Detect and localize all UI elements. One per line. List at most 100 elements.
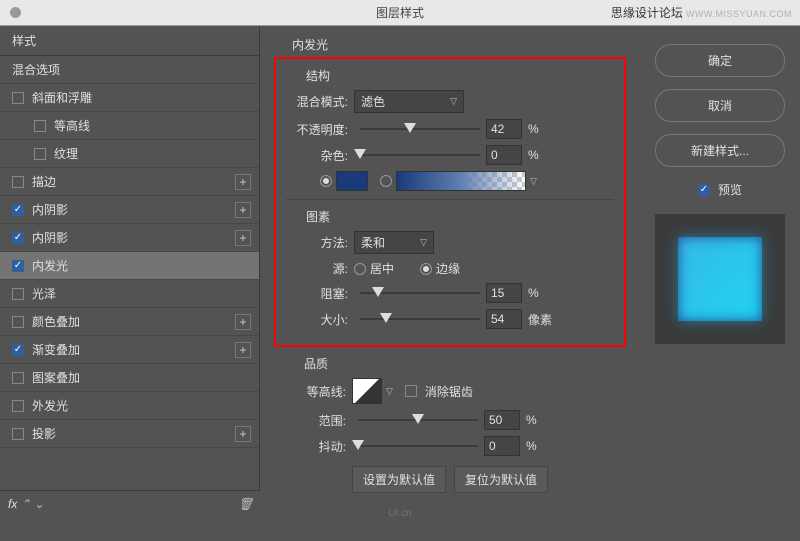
contour-label: 等高线: xyxy=(284,383,346,400)
antialias-checkbox[interactable] xyxy=(405,385,417,397)
ok-button[interactable]: 确定 xyxy=(655,44,785,77)
style-label: 等高线 xyxy=(54,117,251,134)
sidebar-item-9[interactable]: ✓ 渐变叠加+ xyxy=(0,336,259,364)
choke-input[interactable]: 15 xyxy=(486,283,522,303)
gradient-picker[interactable] xyxy=(396,171,526,191)
fx-icon[interactable]: fx ⌃ ⌄ xyxy=(8,497,44,511)
style-checkbox[interactable] xyxy=(12,92,24,104)
style-label: 光泽 xyxy=(32,285,251,302)
sidebar-item-3[interactable]: 描边+ xyxy=(0,168,259,196)
highlight-box: 结构 混合模式: 滤色▽ 不透明度: 42 % 杂色: 0 % xyxy=(274,57,626,347)
noise-slider[interactable] xyxy=(360,148,480,162)
style-checkbox[interactable] xyxy=(12,316,24,328)
style-label: 图案叠加 xyxy=(32,369,251,386)
sidebar-footer: fx ⌃ ⌄ 🗑 xyxy=(0,490,260,516)
range-slider[interactable] xyxy=(358,413,478,427)
jitter-label: 抖动: xyxy=(284,438,346,455)
technique-dropdown[interactable]: 柔和▽ xyxy=(354,231,434,254)
dialog-title: 图层样式 xyxy=(376,4,424,21)
trash-icon[interactable]: 🗑 xyxy=(238,497,252,511)
structure-title: 结构 xyxy=(306,67,614,84)
noise-input[interactable]: 0 xyxy=(486,145,522,165)
reset-default-button[interactable]: 复位为默认值 xyxy=(454,466,548,493)
sidebar-item-5[interactable]: ✓ 内阴影+ xyxy=(0,224,259,252)
style-checkbox[interactable] xyxy=(34,120,46,132)
chevron-down-icon: ▽ xyxy=(450,96,457,107)
sidebar-item-4[interactable]: ✓ 内阴影+ xyxy=(0,196,259,224)
sidebar-item-2[interactable]: 纹理 xyxy=(0,140,259,168)
sidebar-item-8[interactable]: 颜色叠加+ xyxy=(0,308,259,336)
style-checkbox[interactable] xyxy=(12,288,24,300)
jitter-slider[interactable] xyxy=(358,439,478,453)
contour-picker[interactable] xyxy=(352,378,382,404)
quality-title: 品质 xyxy=(304,355,616,372)
style-label: 颜色叠加 xyxy=(32,313,235,330)
sidebar-item-11[interactable]: 外发光 xyxy=(0,392,259,420)
technique-label: 方法: xyxy=(286,234,348,251)
sidebar-item-7[interactable]: 光泽 xyxy=(0,280,259,308)
noise-label: 杂色: xyxy=(286,147,348,164)
blend-mode-dropdown[interactable]: 滤色▽ xyxy=(354,90,464,113)
chevron-down-icon[interactable]: ▽ xyxy=(386,386,393,397)
size-input[interactable]: 54 xyxy=(486,309,522,329)
add-effect-icon[interactable]: + xyxy=(235,202,251,218)
range-input[interactable]: 50 xyxy=(484,410,520,430)
gradient-radio[interactable] xyxy=(380,175,392,187)
new-style-button[interactable]: 新建样式... xyxy=(655,134,785,167)
style-checkbox[interactable] xyxy=(12,176,24,188)
color-radio[interactable] xyxy=(320,175,332,187)
chevron-down-icon[interactable]: ▽ xyxy=(530,176,537,187)
source-edge-radio[interactable] xyxy=(420,263,432,275)
titlebar: 图层样式 思缘设计论坛 WWW.MISSYUAN.COM xyxy=(0,0,800,26)
style-label: 描边 xyxy=(32,173,235,190)
panel-section-title: 内发光 xyxy=(292,36,626,53)
opacity-input[interactable]: 42 xyxy=(486,119,522,139)
style-label: 内阴影 xyxy=(32,201,235,218)
chevron-down-icon: ▽ xyxy=(420,237,427,248)
style-label: 外发光 xyxy=(32,397,251,414)
style-checkbox[interactable]: ✓ xyxy=(12,260,24,272)
opacity-label: 不透明度: xyxy=(286,121,348,138)
sidebar-item-10[interactable]: 图案叠加 xyxy=(0,364,259,392)
opacity-slider[interactable] xyxy=(360,122,480,136)
sidebar-blend-options[interactable]: 混合选项 xyxy=(0,56,259,84)
style-label: 内发光 xyxy=(32,257,251,274)
preview-box xyxy=(655,214,785,344)
style-label: 投影 xyxy=(32,425,235,442)
size-slider[interactable] xyxy=(360,312,480,326)
range-label: 范围: xyxy=(284,412,346,429)
style-label: 渐变叠加 xyxy=(32,341,235,358)
close-icon[interactable] xyxy=(10,7,21,18)
sidebar-item-12[interactable]: 投影+ xyxy=(0,420,259,448)
sidebar-item-6[interactable]: ✓ 内发光 xyxy=(0,252,259,280)
cancel-button[interactable]: 取消 xyxy=(655,89,785,122)
add-effect-icon[interactable]: + xyxy=(235,426,251,442)
preview-checkbox[interactable]: ✓ xyxy=(698,184,710,196)
choke-slider[interactable] xyxy=(360,286,480,300)
make-default-button[interactable]: 设置为默认值 xyxy=(352,466,446,493)
style-checkbox[interactable] xyxy=(12,372,24,384)
blend-mode-label: 混合模式: xyxy=(286,93,348,110)
style-checkbox[interactable]: ✓ xyxy=(12,232,24,244)
preview-label: 预览 xyxy=(718,181,742,198)
add-effect-icon[interactable]: + xyxy=(235,342,251,358)
style-checkbox[interactable]: ✓ xyxy=(12,204,24,216)
style-checkbox[interactable]: ✓ xyxy=(12,344,24,356)
preview-swatch xyxy=(678,237,762,321)
jitter-input[interactable]: 0 xyxy=(484,436,520,456)
source-center-radio[interactable] xyxy=(354,263,366,275)
sidebar-item-1[interactable]: 等高线 xyxy=(0,112,259,140)
style-checkbox[interactable] xyxy=(34,148,46,160)
add-effect-icon[interactable]: + xyxy=(235,230,251,246)
style-label: 斜面和浮雕 xyxy=(32,89,251,106)
choke-label: 阻塞: xyxy=(286,285,348,302)
add-effect-icon[interactable]: + xyxy=(235,314,251,330)
style-checkbox[interactable] xyxy=(12,428,24,440)
style-label: 纹理 xyxy=(54,145,251,162)
color-swatch[interactable] xyxy=(336,171,368,191)
style-checkbox[interactable] xyxy=(12,400,24,412)
size-label: 大小: xyxy=(286,311,348,328)
sidebar-item-0[interactable]: 斜面和浮雕 xyxy=(0,84,259,112)
style-label: 内阴影 xyxy=(32,229,235,246)
add-effect-icon[interactable]: + xyxy=(235,174,251,190)
